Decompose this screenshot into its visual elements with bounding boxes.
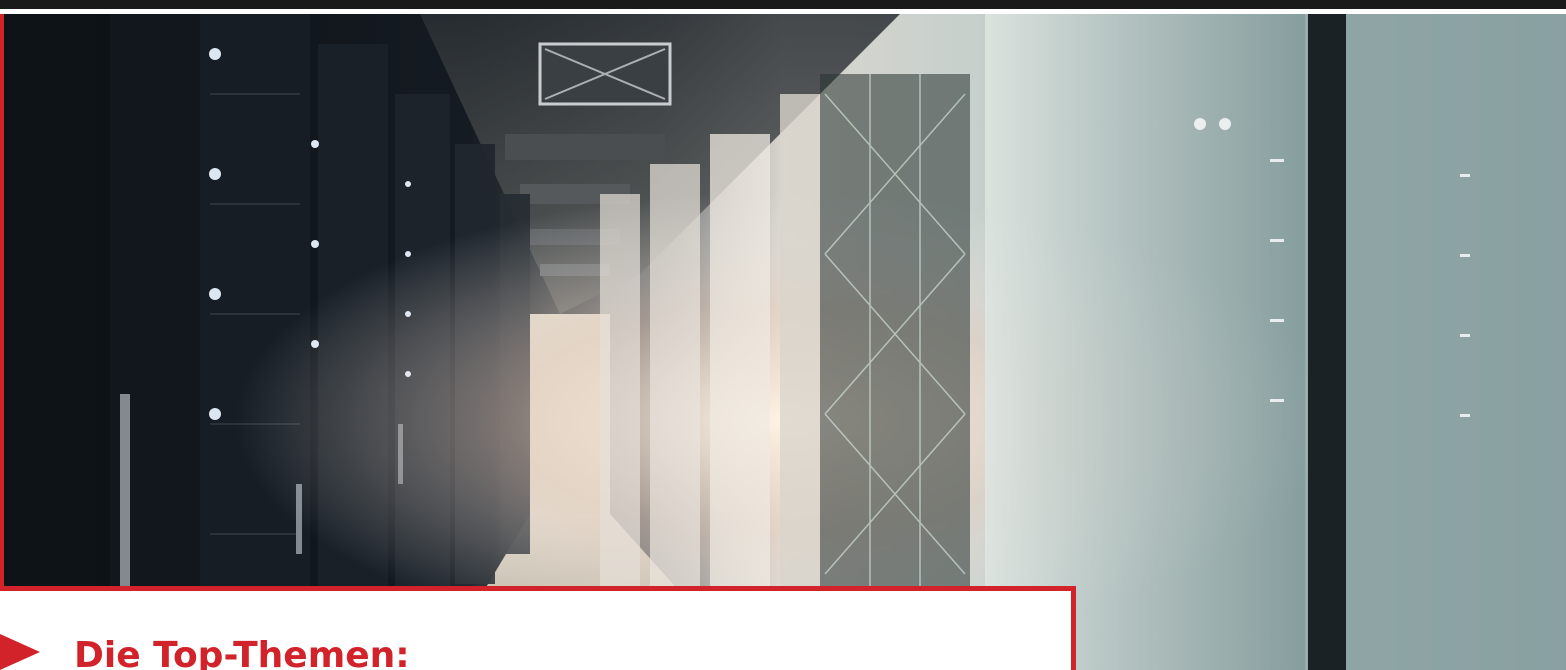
accent-left-bar xyxy=(0,14,4,670)
arrow-right-icon xyxy=(0,634,40,670)
hero-image xyxy=(0,14,1566,670)
top-rule xyxy=(0,0,1566,14)
top-topics-heading: Die Top-Themen: xyxy=(74,635,410,670)
page: Die Top-Themen: xyxy=(0,0,1566,670)
